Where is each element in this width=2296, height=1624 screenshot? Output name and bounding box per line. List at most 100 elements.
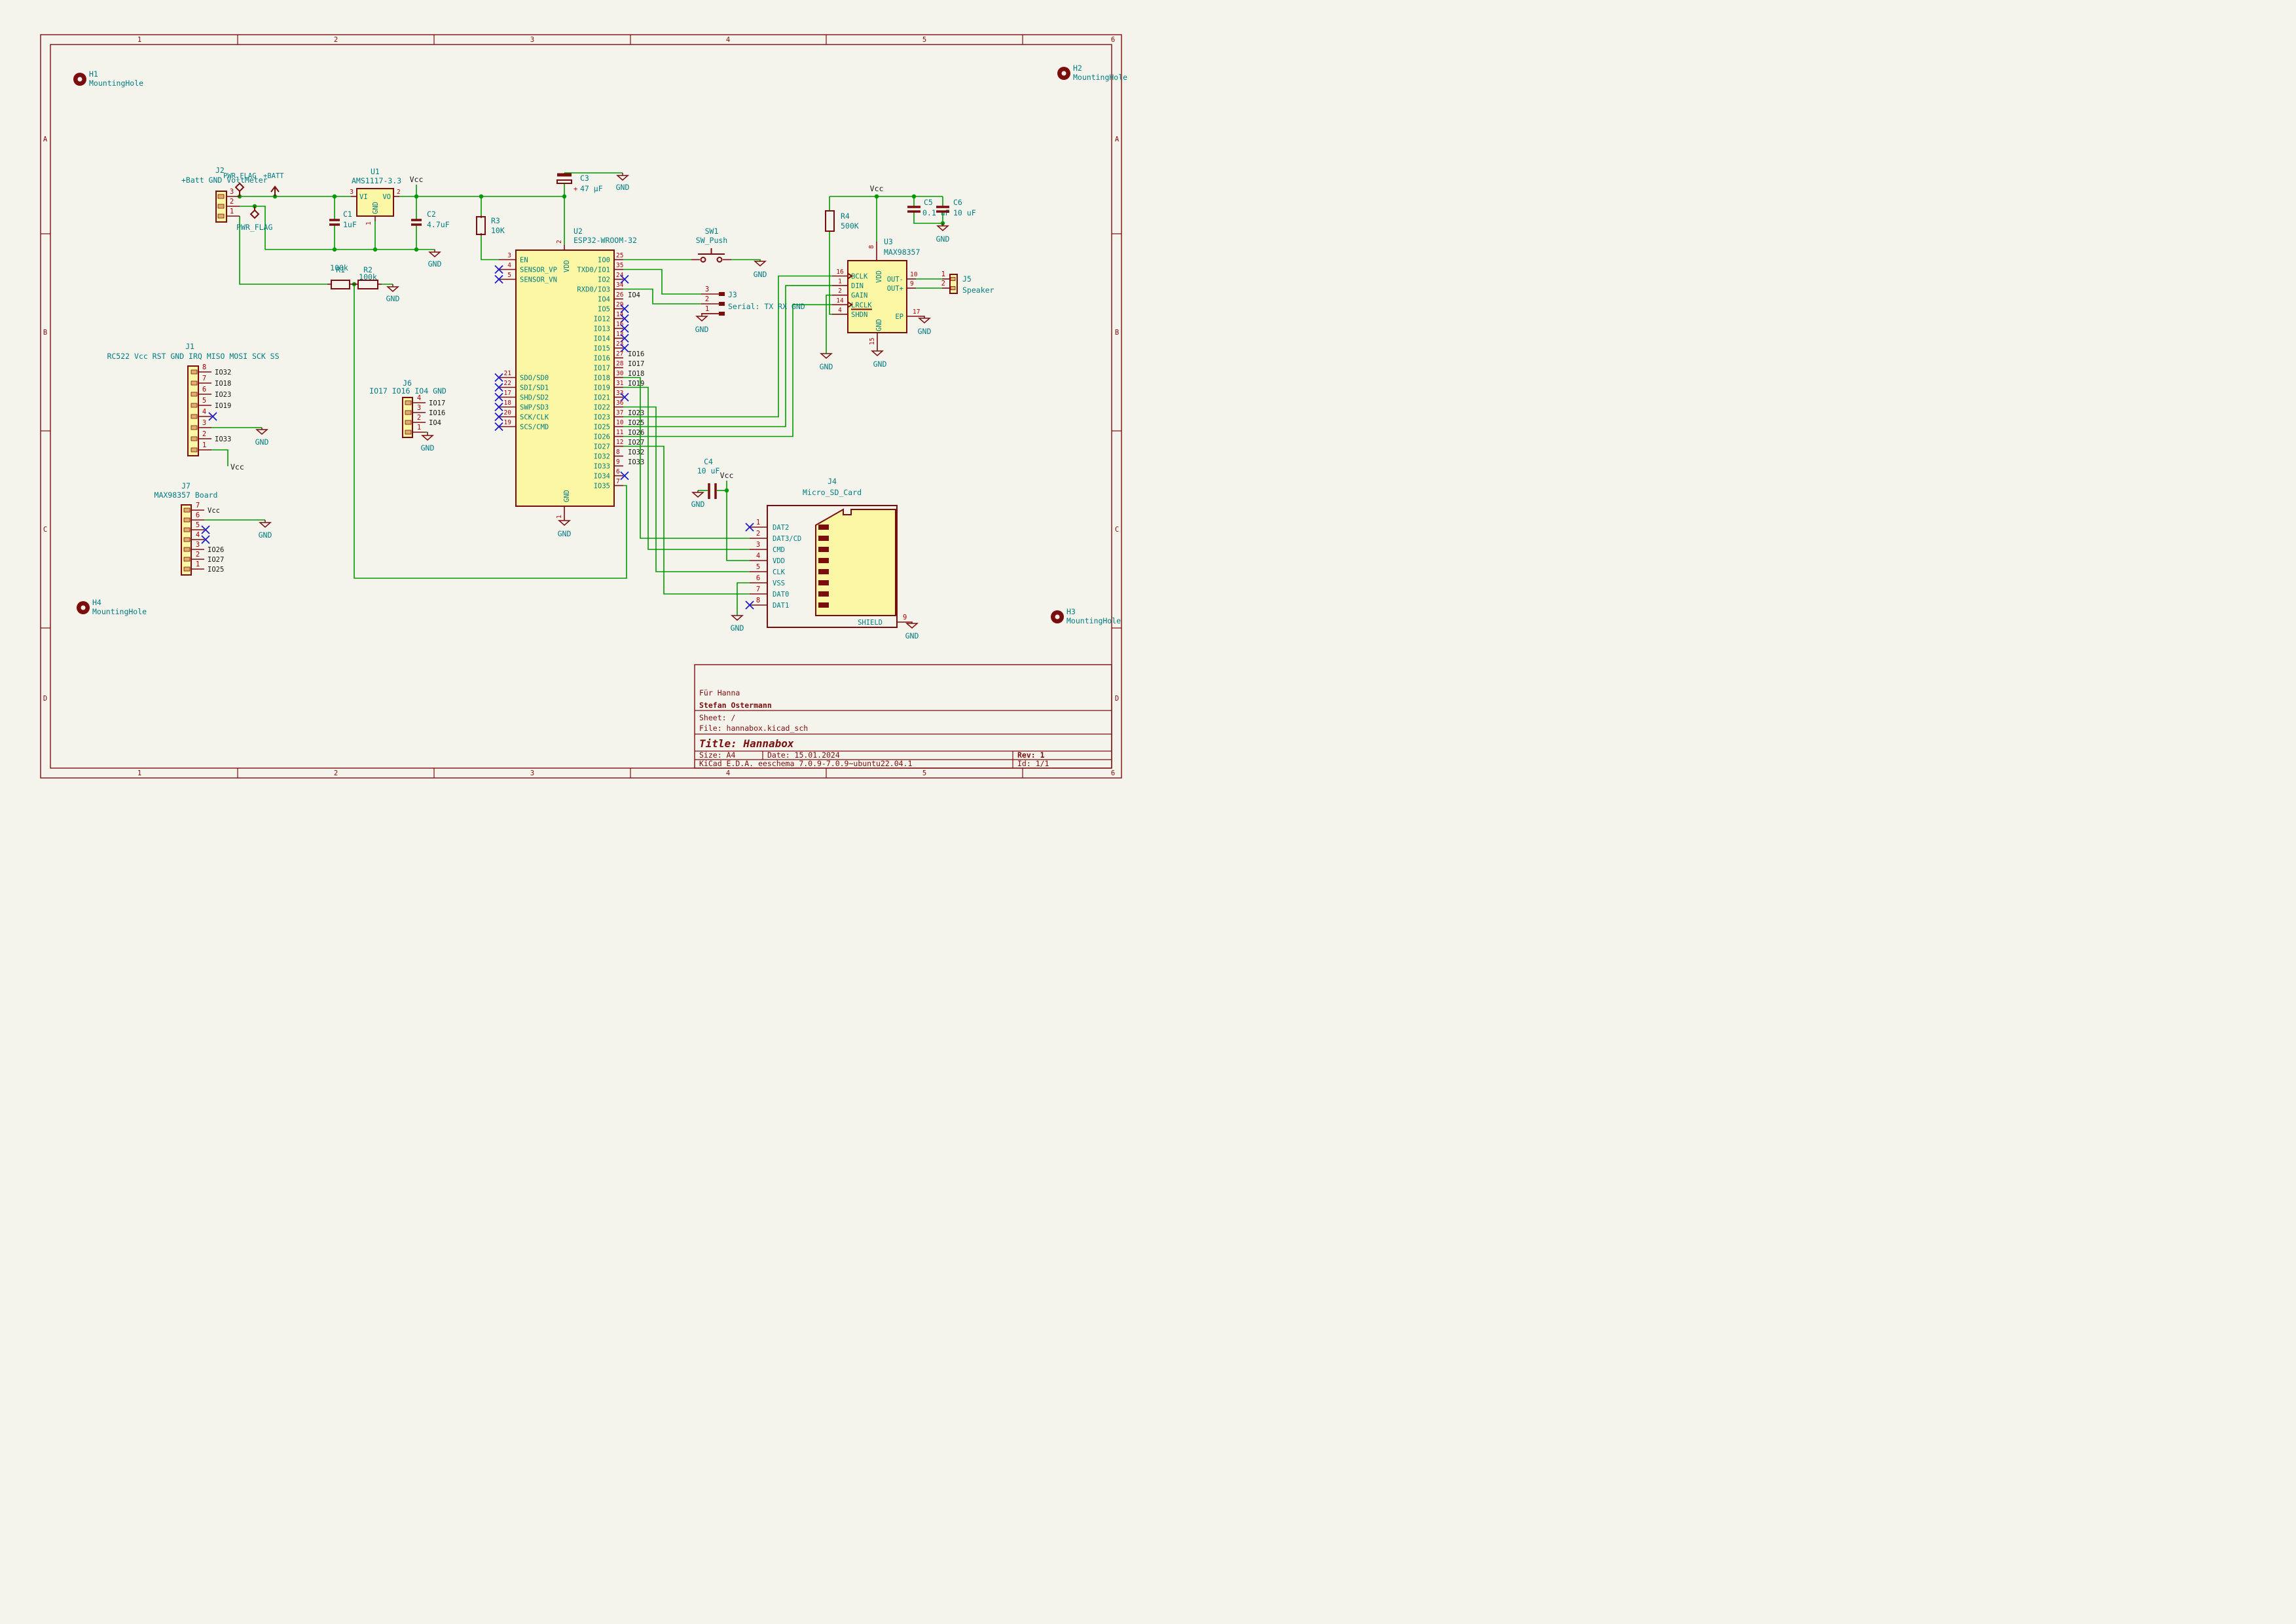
ref: C6 [953,198,962,207]
batt-label: +BATT [263,172,284,180]
mcu-esp32-u2[interactable]: U2 ESP32-WROOM-32 2 VDD 1 GND 3 EN 4 SEN… [495,227,644,521]
svg-text:DAT1: DAT1 [773,602,789,610]
svg-text:IO22: IO22 [594,404,610,412]
svg-text:VDD: VDD [563,260,571,272]
j5-pins: 1 2 [941,270,955,290]
vcc-label[interactable]: Vcc [410,175,424,184]
svg-text:IO33: IO33 [215,435,231,443]
capacitor-c1[interactable]: C1 1uF [329,210,357,229]
svg-text:4: 4 [756,552,760,560]
svg-text:26: 26 [616,291,624,299]
value: Micro_SD_Card [803,488,862,497]
pwr-flag-bottom[interactable]: PWR_FLAG [236,206,272,232]
value: MountingHole [1066,616,1121,625]
ref: U2 [574,227,583,236]
gnd-symbol: GND [255,428,269,447]
ref: J4 [828,477,837,486]
connector-j6[interactable]: J6 IO17 IO16 IO4 GND 4 IO17 3 IO16 2 IO4 [369,378,446,437]
mounting-hole-h2[interactable]: H2 MountingHole [1057,64,1127,82]
vcc-label[interactable]: Vcc [720,471,734,480]
switch-sw1[interactable]: SW1 SW_Push [691,227,731,262]
pin-row: 2 [701,295,725,306]
ref: C5 [924,198,933,207]
value: 10 uF [953,208,976,217]
svg-text:7: 7 [616,478,620,485]
svg-text:GND: GND [372,202,380,214]
ref: J1 [185,342,194,351]
resistor-r3[interactable]: R3 10K [477,215,505,236]
svg-text:7: 7 [756,585,760,593]
amp-u3[interactable]: U3 MAX98357 8 VDD 15 GND 16 BCLK 1 DIN [832,237,920,345]
svg-text:1: 1 [838,278,842,286]
mounting-hole-h1[interactable]: H1 MountingHole [73,69,143,88]
svg-text:GAIN: GAIN [851,292,867,300]
svg-text:3: 3 [202,419,206,427]
svg-text:DAT0: DAT0 [773,591,789,599]
svg-text:3: 3 [705,286,709,293]
value: 0.1 uF [922,208,950,217]
ref: J5 [962,274,972,284]
svg-text:9: 9 [616,458,620,466]
svg-text:5: 5 [507,272,511,279]
gnd-symbol: GND [691,490,705,509]
connector-j3[interactable]: J3 Serial: TX RX GND 3 2 1 [701,286,805,316]
file-label: File: hannabox.kicad_sch [699,724,808,733]
svg-text:4: 4 [838,306,842,314]
svg-text:OUT+: OUT+ [887,285,903,293]
date-label: Date: 15.01.2024 [767,750,840,760]
value: MAX98357 [884,248,920,257]
mounting-hole-h4[interactable]: H4 MountingHole [77,598,147,616]
svg-text:21: 21 [504,370,512,377]
svg-text:4: 4 [196,531,200,539]
svg-text:36: 36 [616,399,624,407]
svg-text:22: 22 [504,380,511,387]
svg-text:GND: GND [428,259,442,268]
value: IO17 IO16 IO4 GND [369,386,446,396]
gnd-symbol: GND [558,521,572,538]
gnd-symbol: GND [820,354,833,371]
connector-j5[interactable]: J5 Speaker 1 2 [941,270,994,295]
connector-j1[interactable]: J1 RC522 Vcc RST GND IRQ MISO MOSI SCK S… [107,342,279,471]
svg-text:IO33: IO33 [594,463,610,471]
vcc-label[interactable]: Vcc [870,184,884,193]
svg-text:IO16: IO16 [594,355,610,363]
ref: J7 [181,481,191,490]
svg-text:IO14: IO14 [594,335,610,343]
svg-text:3: 3 [196,541,200,549]
svg-text:3: 3 [507,252,511,259]
border-row-label: C [1115,526,1119,534]
border-col-label: 5 [922,769,926,777]
pin-row: 1 [701,305,725,316]
resistor-r2[interactable]: R2 100k [358,265,382,289]
pwr-flag-label: PWR_FLAG [223,172,257,180]
ref: R3 [491,216,500,225]
svg-text:GND: GND [875,319,883,331]
svg-text:6: 6 [202,386,206,394]
capacitor-c2[interactable]: C2 4.7uF [411,210,450,229]
border-col-label: 6 [1111,769,1115,777]
svg-text:SENSOR_VP: SENSOR_VP [520,267,557,274]
svg-text:27: 27 [616,350,623,358]
svg-text:GND: GND [386,294,400,303]
border-row-label: D [1115,695,1119,703]
mounting-hole-h3[interactable]: H3 MountingHole [1051,607,1121,625]
svg-text:14: 14 [836,297,844,304]
svg-text:IO19: IO19 [215,402,231,410]
svg-text:IO13: IO13 [594,325,610,333]
svg-text:2: 2 [417,414,421,422]
svg-text:CLK: CLK [773,568,786,576]
value: 500K [841,221,859,231]
regulator-u1[interactable]: U1 AMS1117-3.3 3 2 1 VI VO GND [350,167,401,225]
ref: H3 [1066,607,1076,616]
svg-text:2: 2 [556,240,563,244]
resistor-r4[interactable]: R4 500K [826,211,859,231]
vcc-label: Vcc [230,462,244,471]
svg-text:1: 1 [417,424,421,432]
value: SW_Push [696,236,727,245]
svg-text:RXD0/IO3: RXD0/IO3 [577,286,610,294]
sdcard-j4[interactable]: J4 Micro_SD_Card 1 DAT2 2 DAT3/CD 3 CMD [746,477,907,627]
connector-j7[interactable]: J7 MAX98357 Board 7 Vcc 6 5 [155,481,225,575]
svg-text:GND: GND [616,183,630,192]
border-col-label: 4 [726,36,730,44]
value: MountingHole [1073,73,1127,82]
